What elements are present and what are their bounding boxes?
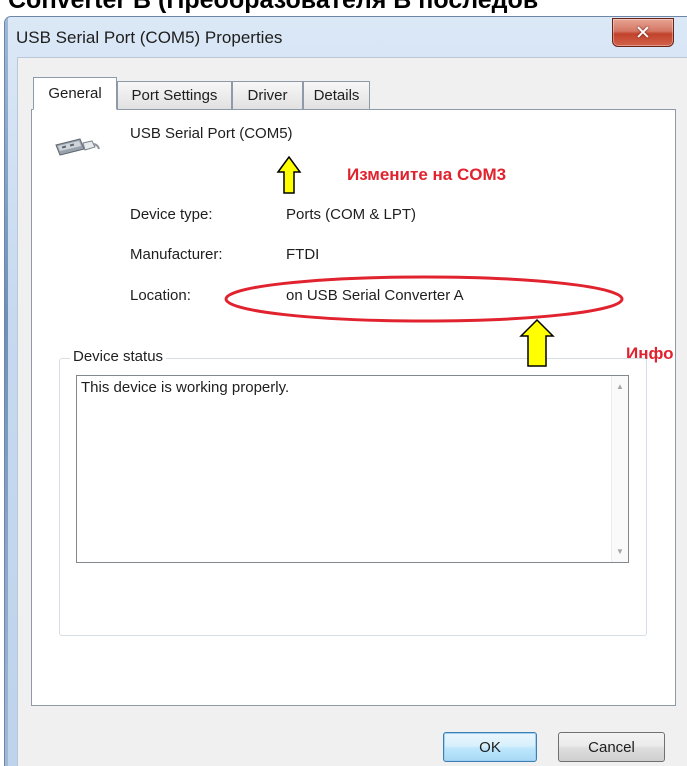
tab-port-settings[interactable]: Port Settings [117,81,232,109]
dialog-body: General Port Settings Driver Details USB… [17,57,687,766]
device-status-legend: Device status [70,348,167,365]
manufacturer-value: FTDI [286,246,320,263]
device-name: USB Serial Port (COM5) [130,125,293,142]
device-type-value: Ports (COM & LPT) [286,206,417,223]
device-status-text: This device is working properly. [81,379,290,396]
ok-button[interactable]: OK [443,732,537,762]
location-value: on USB Serial Converter A [286,287,464,304]
location-label: Location: [130,287,191,304]
device-status-textbox[interactable]: This device is working properly. ▲ ▼ [76,375,629,563]
properties-dialog: USB Serial Port (COM5) Properties ✕ Gene… [4,16,687,766]
usb-connector-icon [54,135,100,164]
tab-details[interactable]: Details [303,81,370,109]
general-tab-panel: USB Serial Port (COM5) Device type: Port… [31,109,676,706]
close-icon: ✕ [635,21,651,44]
close-button[interactable]: ✕ [612,18,674,47]
manufacturer-label: Manufacturer: [130,246,223,263]
scroll-down-icon[interactable]: ▼ [612,547,628,556]
device-status-group: Device status This device is working pro… [59,348,647,636]
status-scrollbar[interactable]: ▲ ▼ [611,376,628,562]
tab-general[interactable]: General [33,77,117,110]
window-title: USB Serial Port (COM5) Properties [16,28,283,47]
change-to-com3-annotation: Измените на COM3 [347,165,507,184]
tab-driver[interactable]: Driver [232,81,303,109]
scroll-up-icon[interactable]: ▲ [612,382,628,391]
device-type-label: Device type: [130,206,213,223]
title-bar[interactable]: USB Serial Port (COM5) Properties ✕ [5,17,687,57]
cancel-button[interactable]: Cancel [558,732,665,762]
